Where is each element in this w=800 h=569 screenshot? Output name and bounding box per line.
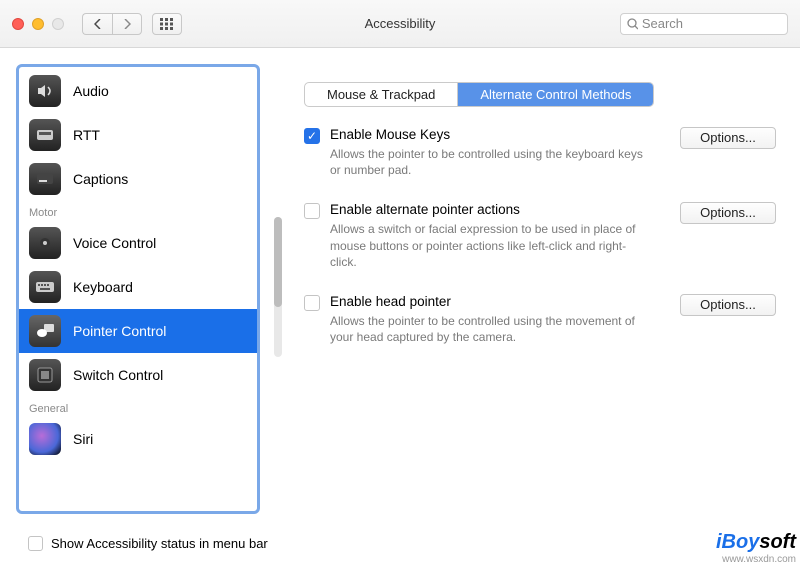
setting-label: Enable head pointer (330, 294, 650, 309)
sidebar-category-general: General (19, 397, 257, 417)
alt-pointer-options-button[interactable]: Options... (680, 202, 776, 224)
grid-icon (160, 18, 174, 30)
tty-icon (29, 119, 61, 151)
sidebar-item-label: Audio (73, 83, 109, 99)
content-area: Audio RTT Captions Motor Voice Control (0, 48, 800, 569)
voice-control-icon (29, 227, 61, 259)
search-input[interactable] (642, 16, 781, 31)
search-box[interactable] (620, 13, 788, 35)
watermark: iBoysoft www.wsxdn.com (716, 531, 796, 565)
tab-mouse-trackpad[interactable]: Mouse & Trackpad (305, 83, 458, 106)
sidebar-item-label: Switch Control (73, 367, 163, 383)
enable-mouse-keys-checkbox[interactable]: ✓ (304, 128, 320, 144)
search-icon (627, 18, 638, 30)
sidebar-item-label: Pointer Control (73, 323, 166, 339)
tab-alternate-control[interactable]: Alternate Control Methods (458, 83, 653, 106)
captions-icon (29, 163, 61, 195)
footer-label: Show Accessibility status in menu bar (51, 536, 268, 551)
mouse-keys-options-button[interactable]: Options... (680, 127, 776, 149)
chevron-left-icon (94, 19, 102, 29)
zoom-window-icon (52, 18, 64, 30)
head-pointer-options-button[interactable]: Options... (680, 294, 776, 316)
setting-label: Enable Mouse Keys (330, 127, 650, 142)
show-all-button[interactable] (152, 13, 182, 35)
back-button[interactable] (82, 13, 112, 35)
siri-icon (29, 423, 61, 455)
minimize-window-icon[interactable] (32, 18, 44, 30)
sidebar-item-label: Captions (73, 171, 128, 187)
setting-mouse-keys: ✓ Enable Mouse Keys Allows the pointer t… (304, 127, 776, 178)
setting-desc: Allows a switch or facial expression to … (330, 221, 650, 270)
setting-head-pointer: Enable head pointer Allows the pointer t… (304, 294, 776, 345)
sidebar-category-motor: Motor (19, 201, 257, 221)
sidebar-item-label: RTT (73, 127, 100, 143)
tab-bar: Mouse & Trackpad Alternate Control Metho… (304, 82, 654, 107)
enable-alt-pointer-checkbox[interactable] (304, 203, 320, 219)
setting-desc: Allows the pointer to be controlled usin… (330, 146, 650, 178)
setting-label: Enable alternate pointer actions (330, 202, 650, 217)
setting-alt-pointer: Enable alternate pointer actions Allows … (304, 202, 776, 270)
sidebar-item-switch-control[interactable]: Switch Control (19, 353, 257, 397)
close-window-icon[interactable] (12, 18, 24, 30)
speaker-icon (29, 75, 61, 107)
forward-button (112, 13, 142, 35)
pointer-control-icon (29, 315, 61, 347)
sidebar: Audio RTT Captions Motor Voice Control (16, 64, 260, 514)
sidebar-item-captions[interactable]: Captions (19, 157, 257, 201)
switch-control-icon (29, 359, 61, 391)
chevron-right-icon (123, 19, 131, 29)
sidebar-item-label: Keyboard (73, 279, 133, 295)
sidebar-item-keyboard[interactable]: Keyboard (19, 265, 257, 309)
window-controls (12, 18, 64, 30)
sidebar-item-voice-control[interactable]: Voice Control (19, 221, 257, 265)
sidebar-item-label: Voice Control (73, 235, 156, 251)
window-title: Accessibility (365, 16, 436, 31)
enable-head-pointer-checkbox[interactable] (304, 295, 320, 311)
keyboard-icon (29, 271, 61, 303)
setting-desc: Allows the pointer to be controlled usin… (330, 313, 650, 345)
titlebar: Accessibility (0, 0, 800, 48)
footer: Show Accessibility status in menu bar (28, 536, 268, 551)
sidebar-item-siri[interactable]: Siri (19, 417, 257, 461)
sidebar-item-audio[interactable]: Audio (19, 69, 257, 113)
sidebar-item-pointer-control[interactable]: Pointer Control (19, 309, 257, 353)
sidebar-item-label: Siri (73, 431, 93, 447)
nav-buttons (82, 13, 142, 35)
main-panel: Mouse & Trackpad Alternate Control Metho… (260, 64, 800, 557)
sidebar-item-rtt[interactable]: RTT (19, 113, 257, 157)
show-status-checkbox[interactable] (28, 536, 43, 551)
